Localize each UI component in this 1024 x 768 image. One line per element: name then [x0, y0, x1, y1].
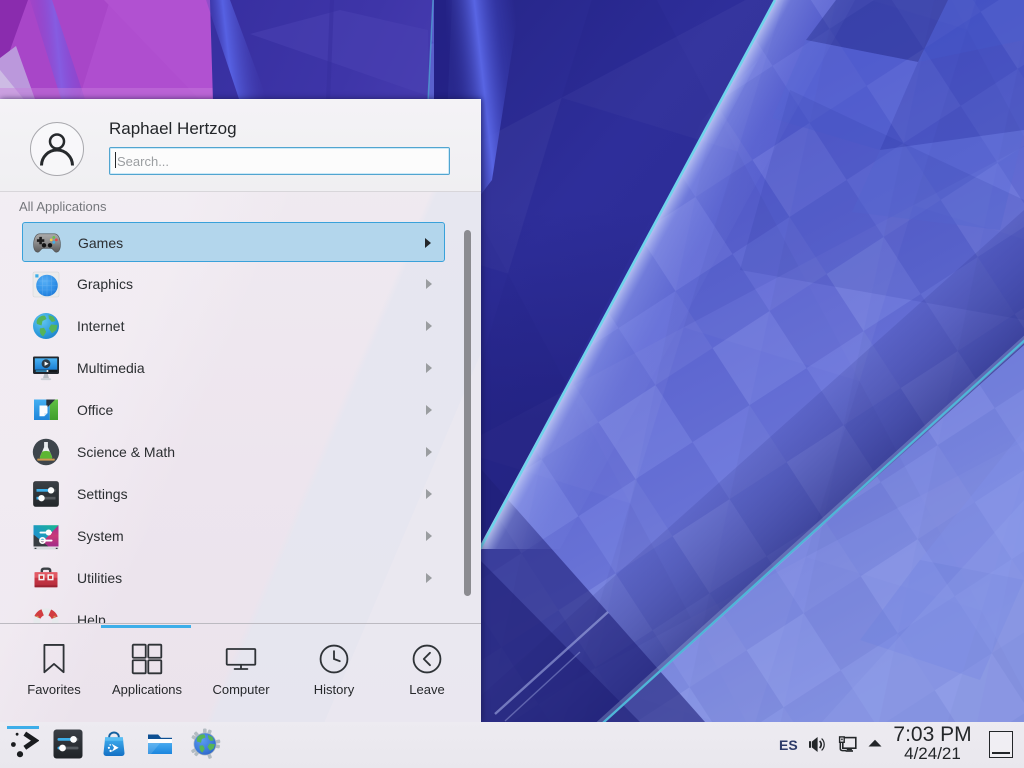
- tab-label: Computer: [194, 682, 288, 697]
- category-label: Multimedia: [77, 360, 145, 376]
- submenu-arrow-icon: [426, 573, 432, 583]
- submenu-arrow-icon: [426, 489, 432, 499]
- application-launcher-popup: Raphael Hertzog All Applications Games: [0, 99, 481, 722]
- keyboard-layout-indicator[interactable]: ES: [779, 737, 799, 753]
- category-label: System: [77, 528, 124, 544]
- category-label: Settings: [77, 486, 128, 502]
- category-label: Graphics: [77, 276, 133, 292]
- office-icon: [31, 395, 61, 425]
- launcher-header: Raphael Hertzog: [0, 99, 481, 192]
- clock-date: 4/24/21: [876, 746, 989, 762]
- internet-icon: [31, 311, 61, 341]
- volume-icon[interactable]: [808, 736, 827, 753]
- computer-icon: [225, 643, 257, 675]
- tab-label: Leave: [380, 682, 474, 697]
- tab-label: History: [287, 682, 381, 697]
- category-row-multimedia[interactable]: Multimedia: [22, 348, 445, 388]
- network-icon[interactable]: [838, 736, 857, 753]
- tab-history[interactable]: History: [287, 643, 381, 697]
- user-person-icon: [31, 123, 83, 175]
- applications-icon: [131, 643, 163, 675]
- category-row-internet[interactable]: Internet: [22, 306, 445, 346]
- system-icon: [31, 521, 61, 551]
- submenu-arrow-icon: [425, 238, 431, 248]
- user-name: Raphael Hertzog: [109, 119, 237, 139]
- show-desktop-button[interactable]: [989, 731, 1013, 758]
- category-row-science[interactable]: Science & Math: [22, 432, 445, 472]
- tab-favorites[interactable]: Favorites: [7, 643, 101, 697]
- scrollbar-thumb[interactable]: [464, 230, 471, 596]
- category-row-office[interactable]: Office: [22, 390, 445, 430]
- utilities-icon: [31, 563, 61, 593]
- category-label: Science & Math: [77, 444, 175, 460]
- category-row-games[interactable]: Games: [22, 222, 445, 262]
- taskbar-panel: ES 7:03 PM 4/24/21: [0, 722, 1024, 768]
- submenu-arrow-icon: [426, 405, 432, 415]
- help-icon: [31, 605, 61, 624]
- category-row-help[interactable]: Help: [22, 600, 445, 624]
- search-input[interactable]: [109, 147, 450, 175]
- tab-leave[interactable]: Leave: [380, 643, 474, 697]
- application-category-list: Games Graphics: [0, 222, 481, 624]
- favorites-icon: [38, 643, 70, 675]
- user-avatar-icon[interactable]: [30, 122, 84, 176]
- history-icon: [318, 643, 350, 675]
- tab-label: Favorites: [7, 682, 101, 697]
- category-row-utilities[interactable]: Utilities: [22, 558, 445, 598]
- settings-icon: [31, 479, 61, 509]
- category-row-graphics[interactable]: Graphics: [22, 264, 445, 304]
- games-icon: [32, 228, 62, 258]
- leave-icon: [411, 643, 443, 675]
- wallpaper-violet-panel: [206, 0, 433, 102]
- submenu-arrow-icon: [426, 279, 432, 289]
- launcher-tab-bar: Favorites Applications Computer: [0, 623, 481, 722]
- category-label: Games: [78, 235, 123, 251]
- tab-label: Applications: [100, 682, 194, 697]
- submenu-arrow-icon: [426, 447, 432, 457]
- category-row-system[interactable]: System: [22, 516, 445, 556]
- digital-clock[interactable]: 7:03 PM 4/24/21: [876, 723, 989, 762]
- active-tab-indicator: [101, 625, 191, 628]
- category-label: Office: [77, 402, 113, 418]
- tab-computer[interactable]: Computer: [194, 643, 288, 697]
- category-label: Internet: [77, 318, 124, 334]
- text-caret: [115, 152, 116, 168]
- clock-time: 7:03 PM: [876, 723, 989, 746]
- submenu-arrow-icon: [426, 531, 432, 541]
- multimedia-icon: [31, 353, 61, 383]
- section-label: All Applications: [19, 199, 106, 214]
- category-label: Utilities: [77, 570, 122, 586]
- graphics-icon: [31, 269, 61, 299]
- science-icon: [31, 437, 61, 467]
- submenu-arrow-icon: [426, 363, 432, 373]
- category-row-settings[interactable]: Settings: [22, 474, 445, 514]
- system-tray: ES 7:03 PM 4/24/21: [0, 722, 1024, 768]
- submenu-arrow-icon: [426, 321, 432, 331]
- tab-applications[interactable]: Applications: [100, 643, 194, 697]
